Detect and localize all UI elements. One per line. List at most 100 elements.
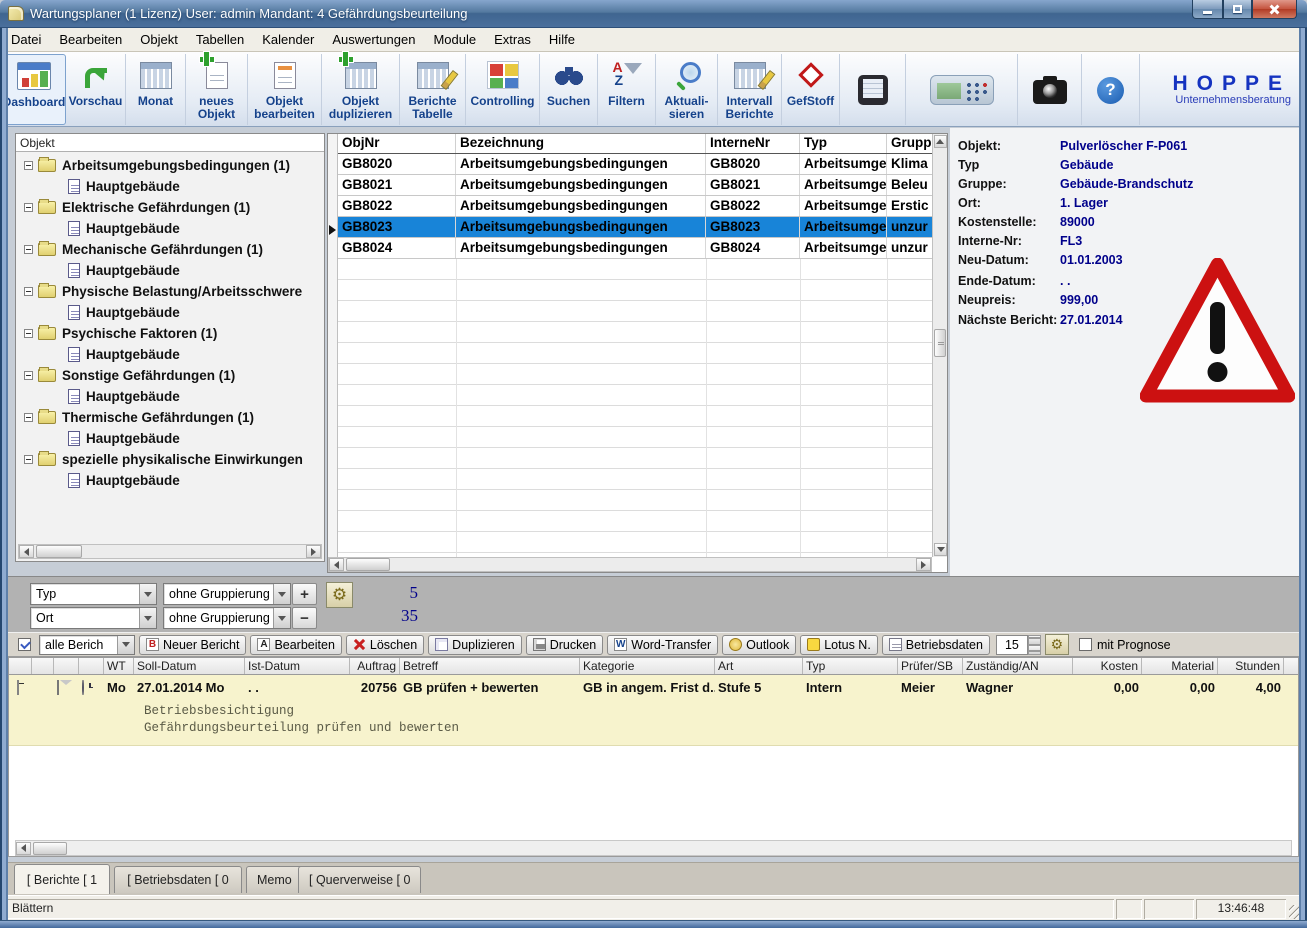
collapse-icon[interactable] [24, 245, 33, 254]
menu-datei[interactable]: Datei [2, 29, 50, 50]
objekt-bearbeiten-button[interactable]: Objektbearbeiten [248, 54, 322, 125]
table-row[interactable]: GB8021 Arbeitsumgebungsbedingungen GB802… [338, 175, 934, 196]
tree-category[interactable]: Arbeitsumgebungsbedingungen (1) [16, 155, 325, 176]
machine-gears-icon[interactable]: ⚙ [1045, 634, 1069, 655]
scroll-right-arrow[interactable] [916, 558, 931, 571]
duplizieren-button[interactable]: Duplizieren [428, 635, 522, 655]
menu-auswertungen[interactable]: Auswertungen [323, 29, 424, 50]
collapse-icon[interactable] [24, 413, 33, 422]
tree-child[interactable]: Hauptgebäude [16, 302, 325, 323]
dropdown-button[interactable] [139, 584, 156, 604]
interval-value-input[interactable]: 15 [996, 635, 1028, 655]
scroll-left-arrow[interactable] [19, 545, 34, 558]
objekt-duplizieren-button[interactable]: Objektduplizieren [322, 54, 400, 125]
tree-child[interactable]: Hauptgebäude [16, 386, 325, 407]
tree-category[interactable]: Thermische Gefährdungen (1) [16, 407, 325, 428]
suchen-button[interactable]: Suchen [540, 54, 598, 125]
table-row[interactable]: GB8022 Arbeitsumgebungsbedingungen GB802… [338, 196, 934, 217]
close-button[interactable] [1252, 0, 1297, 19]
collapse-cell[interactable] [9, 680, 32, 695]
word-transfer-button[interactable]: WWord-Transfer [607, 635, 718, 655]
loeschen-button[interactable]: Löschen [346, 635, 424, 655]
report-row[interactable]: Mo 27.01.2014 Mo . . 20756 GB prüfen + b… [9, 675, 1298, 699]
column-typ[interactable]: Typ [803, 658, 898, 674]
column-betreff[interactable]: Betreff [400, 658, 580, 674]
collapse-icon[interactable] [24, 329, 33, 338]
monat-button[interactable]: Monat [126, 54, 186, 125]
report-horizontal-scrollbar[interactable] [15, 840, 1292, 856]
menu-kalender[interactable]: Kalender [253, 29, 323, 50]
table-horizontal-scrollbar[interactable] [328, 557, 932, 572]
tree-category[interactable]: Physische Belastung/Arbeitsschwere [16, 281, 325, 302]
dropdown-button[interactable] [273, 608, 290, 628]
scrollbar-thumb[interactable] [346, 558, 390, 571]
tree-category[interactable]: Sonstige Gefährdungen (1) [16, 365, 325, 386]
dropdown-button[interactable] [117, 636, 134, 654]
column-objnr[interactable]: ObjNr [338, 134, 456, 153]
column-art[interactable]: Art [715, 658, 803, 674]
dropdown-button[interactable] [139, 608, 156, 628]
column-internenr[interactable]: InterneNr [706, 134, 800, 153]
interval-spinner[interactable] [1028, 635, 1041, 655]
table-row[interactable]: GB8024 Arbeitsumgebungsbedingungen GB802… [338, 238, 934, 259]
add-grouping-button[interactable]: + [292, 583, 317, 605]
vorschau-button[interactable]: Vorschau [66, 54, 126, 125]
tab-querverweise[interactable]: [ Querverweise [ 0 [298, 866, 421, 893]
spin-up-button[interactable] [1028, 635, 1041, 645]
column-gruppe[interactable]: Gruppe [887, 134, 934, 153]
scrollbar-thumb[interactable] [33, 842, 67, 855]
tree-child[interactable]: Hauptgebäude [16, 344, 325, 365]
collapse-icon[interactable] [24, 371, 33, 380]
bearbeiten-button[interactable]: ABearbeiten [250, 635, 341, 655]
dropdown-button[interactable] [273, 584, 290, 604]
report-filter-checkbox[interactable] [18, 638, 31, 651]
column-kosten[interactable]: Kosten [1073, 658, 1142, 674]
column-bezeichnung[interactable]: Bezeichnung [456, 134, 706, 153]
tab-betriebsdaten[interactable]: [ Betriebsdaten [ 0 [114, 866, 242, 893]
column-soll-datum[interactable]: Soll-Datum [134, 658, 245, 674]
drucken-button[interactable]: Drucken [526, 635, 604, 655]
column-pruefer[interactable]: Prüfer/SB [898, 658, 963, 674]
berichte-tabelle-button[interactable]: BerichteTabelle [400, 54, 466, 125]
column-stunden[interactable]: Stunden [1218, 658, 1284, 674]
remove-grouping-button[interactable]: − [292, 607, 317, 629]
scroll-up-arrow[interactable] [934, 135, 947, 148]
tree-child[interactable]: Hauptgebäude [16, 176, 325, 197]
tree-category[interactable]: Psychische Faktoren (1) [16, 323, 325, 344]
menu-tabellen[interactable]: Tabellen [187, 29, 253, 50]
menu-hilfe[interactable]: Hilfe [540, 29, 584, 50]
column-kategorie[interactable]: Kategorie [580, 658, 715, 674]
outlook-button[interactable]: Outlook [722, 635, 796, 655]
neues-objekt-button[interactable]: neuesObjekt [186, 54, 248, 125]
tree-child[interactable]: Hauptgebäude [16, 260, 325, 281]
column-typ[interactable]: Typ [800, 134, 887, 153]
keypad-device-button[interactable] [906, 54, 1018, 125]
menu-objekt[interactable]: Objekt [131, 29, 187, 50]
collapse-icon[interactable] [24, 287, 33, 296]
betriebsdaten-button[interactable]: Betriebsdaten [882, 635, 990, 655]
tree-child[interactable]: Hauptgebäude [16, 218, 325, 239]
tree-category[interactable]: Mechanische Gefährdungen (1) [16, 239, 325, 260]
help-button[interactable]: ? [1082, 54, 1140, 125]
dashboard-button[interactable]: Dashboard [2, 54, 66, 125]
column-auftrag[interactable]: Auftrag [350, 658, 400, 674]
tab-memo[interactable]: Memo [246, 866, 303, 893]
intervall-berichte-button[interactable]: IntervallBerichte [718, 54, 782, 125]
table-row[interactable]: GB8020 Arbeitsumgebungsbedingungen GB802… [338, 154, 934, 175]
maximize-button[interactable] [1223, 0, 1252, 19]
smartphone-button[interactable] [840, 54, 906, 125]
tab-berichte[interactable]: [ Berichte [ 1 [14, 864, 110, 894]
gefstoff-button[interactable]: GefStoff [782, 54, 840, 125]
spin-down-button[interactable] [1028, 645, 1041, 655]
collapse-icon[interactable] [24, 161, 33, 170]
group-field-2-select[interactable]: Ort [30, 607, 157, 629]
menu-extras[interactable]: Extras [485, 29, 540, 50]
group-field-1-select[interactable]: Typ [30, 583, 157, 605]
camera-button[interactable] [1018, 54, 1082, 125]
grouping-mode-2-select[interactable]: ohne Gruppierung [163, 607, 291, 629]
column-zustaendig[interactable]: Zuständig/AN [963, 658, 1073, 674]
scrollbar-thumb[interactable] [36, 545, 82, 558]
neuer-bericht-button[interactable]: BNeuer Bericht [139, 635, 246, 655]
menu-module[interactable]: Module [424, 29, 485, 50]
grouping-mode-1-select[interactable]: ohne Gruppierung [163, 583, 291, 605]
